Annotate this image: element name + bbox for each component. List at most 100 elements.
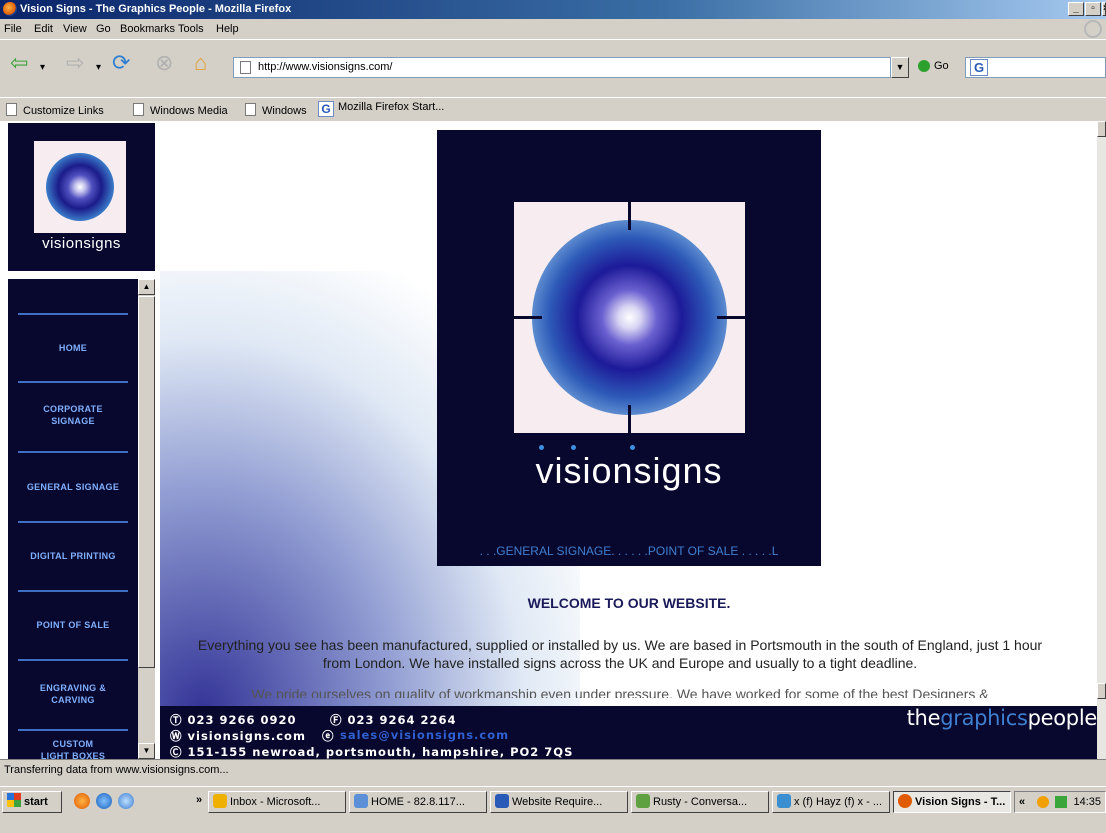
scroll-up-button[interactable]: ▲ xyxy=(138,279,155,295)
nav-home[interactable]: HOME xyxy=(8,342,138,354)
start-button[interactable]: start xyxy=(2,791,62,813)
quicklaunch-more[interactable]: » xyxy=(196,794,202,806)
footer-fax: Ⓕ 023 9264 2264 xyxy=(330,713,457,727)
stop-button[interactable]: ⊗ xyxy=(155,50,173,76)
messenger-icon xyxy=(777,794,791,808)
logo-wordmark: visionsigns xyxy=(42,235,121,252)
task-label: x (f) Hayz (f) x - ... xyxy=(794,796,882,808)
nav-digital-printing[interactable]: DIGITAL PRINTING xyxy=(8,550,138,562)
go-button[interactable]: Go xyxy=(918,60,949,73)
hero-strapline: . . .GENERAL SIGNAGE. . . . . .POINT OF … xyxy=(479,544,779,558)
page-content: visionsigns HOME CORPORATE SIGNAGE GENER… xyxy=(0,121,1097,759)
system-tray: « 14:35 xyxy=(1014,791,1106,813)
tray-expand-icon[interactable]: « xyxy=(1019,792,1025,812)
task-vision-signs[interactable]: Vision Signs - T... xyxy=(893,791,1011,813)
page-scroll-up[interactable] xyxy=(1097,121,1106,137)
footer-web-link[interactable]: Ⓦ visionsigns.com xyxy=(170,728,306,744)
hero-wordmark: visionsigns xyxy=(535,450,723,491)
task-rusty-conversation[interactable]: Rusty - Conversa... xyxy=(631,791,769,813)
minimize-button[interactable]: _ xyxy=(1068,2,1084,16)
nav-corporate-signage[interactable]: CORPORATE SIGNAGE xyxy=(8,403,138,427)
page-scrollbar[interactable] xyxy=(1097,121,1106,759)
google-search-box[interactable]: G xyxy=(965,57,1106,78)
quicklaunch-desktop-icon[interactable] xyxy=(118,793,134,809)
url-dropdown-button[interactable]: ▼ xyxy=(891,57,909,78)
bookmark-customize-links[interactable]: Customize Links xyxy=(6,103,104,117)
word-icon xyxy=(495,794,509,808)
forward-dropdown-icon[interactable]: ▾ xyxy=(96,62,101,73)
bookmark-label: Windows xyxy=(262,105,307,117)
welcome-heading: WELCOME TO OUR WEBSITE. xyxy=(527,595,731,611)
browser-window: Vision Signs - The Graphics People - Moz… xyxy=(0,0,1106,833)
nav-custom-light-boxes[interactable]: CUSTOM LIGHT BOXES xyxy=(8,738,138,759)
bookmark-label: Mozilla Firefox Start... xyxy=(338,101,445,113)
task-label: Website Require... xyxy=(512,796,603,808)
task-label: Vision Signs - T... xyxy=(915,796,1006,808)
menu-go[interactable]: Go xyxy=(96,23,111,35)
menu-view[interactable]: View xyxy=(63,23,87,35)
menu-bar: File Edit View Go Bookmarks Tools Help xyxy=(0,19,1106,39)
task-hayz[interactable]: x (f) Hayz (f) x - ... xyxy=(772,791,890,813)
task-inbox[interactable]: Inbox - Microsoft... xyxy=(208,791,346,813)
bookmarks-toolbar: Customize Links Windows Media Windows GM… xyxy=(0,97,1106,121)
google-icon: G xyxy=(970,59,988,76)
tray-messenger-icon[interactable] xyxy=(1055,796,1067,808)
maximize-button[interactable]: ▫ xyxy=(1085,2,1101,16)
nav-point-of-sale[interactable]: POINT OF SALE xyxy=(8,619,138,631)
task-label: HOME - 82.8.117... xyxy=(371,796,465,808)
go-icon xyxy=(918,60,930,73)
url-text[interactable]: http://www.visionsigns.com/ xyxy=(258,61,393,73)
nav-divider xyxy=(18,729,128,731)
page-icon xyxy=(133,103,144,116)
logo-square xyxy=(34,141,126,233)
bookmark-label: Windows Media xyxy=(150,105,228,117)
back-dropdown-icon[interactable]: ▾ xyxy=(40,62,45,73)
forward-button[interactable]: ⇨ xyxy=(66,50,84,76)
menu-bookmarks[interactable]: Bookmarks xyxy=(120,23,175,35)
task-label: Inbox - Microsoft... xyxy=(230,796,321,808)
site-logo[interactable]: visionsigns xyxy=(8,123,155,271)
task-website-requirements[interactable]: Website Require... xyxy=(490,791,628,813)
footer-email-link[interactable]: sales@visionsigns.com xyxy=(340,728,509,742)
hero-orb xyxy=(532,220,727,415)
throbber-icon xyxy=(1084,20,1102,38)
bookmark-windows[interactable]: Windows xyxy=(245,103,307,117)
reload-button[interactable]: ⟳ xyxy=(112,50,130,76)
sidebar-scrollbar[interactable]: ▲ ▼ xyxy=(138,279,155,759)
messenger-icon xyxy=(636,794,650,808)
crosshair-tick xyxy=(628,202,631,230)
brand-graphics: graphics xyxy=(940,706,1028,730)
nav-divider xyxy=(18,521,128,523)
tray-clock-icon[interactable] xyxy=(1037,796,1049,808)
hero-logo-square xyxy=(514,202,745,433)
nav-general-signage[interactable]: GENERAL SIGNAGE xyxy=(8,481,138,493)
task-home[interactable]: HOME - 82.8.117... xyxy=(349,791,487,813)
nav-engraving-carving[interactable]: ENGRAVING & CARVING xyxy=(8,682,138,706)
clock[interactable]: 14:35 xyxy=(1073,792,1101,812)
scroll-thumb[interactable] xyxy=(138,296,155,668)
bookmark-firefox-start[interactable]: G Mozilla Firefox Start... xyxy=(318,101,444,117)
url-bar[interactable]: http://www.visionsigns.com/ xyxy=(233,57,891,78)
menu-help[interactable]: Help xyxy=(216,23,239,35)
close-button[interactable]: × xyxy=(1102,2,1106,16)
page-scroll-down[interactable] xyxy=(1097,683,1106,699)
scroll-down-button[interactable]: ▼ xyxy=(138,743,155,759)
footer-address: Ⓒ 151-155 newroad, portsmouth, hampshire… xyxy=(170,745,574,759)
menu-file[interactable]: File xyxy=(4,23,22,35)
go-label: Go xyxy=(934,60,949,72)
menu-edit[interactable]: Edit xyxy=(34,23,53,35)
hero-banner: visionsigns . . .GENERAL SIGNAGE. . . . … xyxy=(437,130,821,566)
quicklaunch-ie-icon[interactable] xyxy=(96,793,112,809)
crosshair-tick xyxy=(514,316,542,319)
brand-people: people xyxy=(1027,706,1097,730)
back-button[interactable]: ⇦ xyxy=(10,50,28,76)
quicklaunch-firefox-icon[interactable] xyxy=(74,793,90,809)
start-label: start xyxy=(24,796,48,808)
nav-divider xyxy=(18,381,128,383)
task-label: Rusty - Conversa... xyxy=(653,796,748,808)
home-button[interactable]: ⌂ xyxy=(194,50,207,76)
status-text: Transferring data from www.visionsigns.c… xyxy=(4,764,229,776)
nav-divider xyxy=(18,659,128,661)
bookmark-windows-media[interactable]: Windows Media xyxy=(133,103,228,117)
menu-tools[interactable]: Tools xyxy=(178,23,204,35)
